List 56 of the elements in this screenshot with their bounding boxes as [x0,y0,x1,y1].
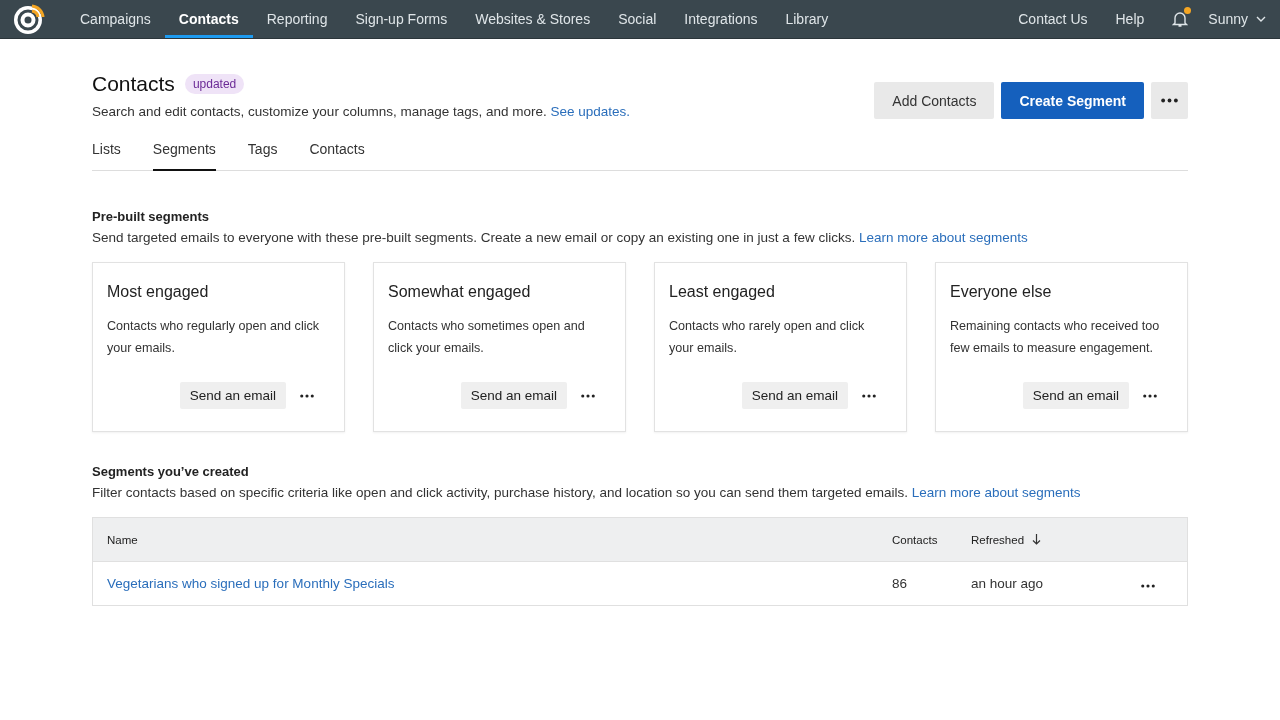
sort-down-icon[interactable] [1032,534,1042,545]
more-button[interactable] [1151,82,1188,119]
updated-badge: updated [184,74,245,94]
nav-link[interactable]: Campaigns [66,3,165,38]
card-description: Contacts who sometimes open and click your emails. [388,318,586,357]
column-header: Name [107,533,139,546]
nav-link[interactable]: Contact Us [1004,3,1102,38]
tab[interactable]: Tags [247,133,278,171]
page-description: Search and edit contacts, customize your columns, manage tags, and more. See updates. [92,104,631,119]
more-options-icon[interactable] [1141,584,1155,588]
card-title: Least engaged [669,283,776,301]
card-title: Most engaged [107,283,210,301]
card-description: Remaining contacts who received too few emails to measure engagement. [950,318,1161,357]
section-description: Filter contacts based on specific criteria like open and click activity, purchase history, and location so you can send them targeted emails. Learn more about segments [92,485,1082,500]
logo-icon[interactable] [12,2,46,36]
send-email-button[interactable]: Send an email [179,382,286,409]
nav-link[interactable]: Sign-up Forms [341,3,462,38]
tab[interactable]: Lists [92,133,121,171]
section-description: Send targeted emails to everyone with these pre-built segments. Create a new email or copy an existing one in just a few clicks. Learn more about segments [92,230,1029,245]
more-options-icon[interactable] [581,393,595,398]
nav-link[interactable]: Reporting [252,3,342,38]
card-title: Somewhat engaged [388,283,532,301]
nav-link[interactable]: Integrations [670,3,772,38]
nav-link[interactable]: Library [771,3,843,38]
tab[interactable]: Contacts [309,133,365,171]
card-title: Everyone else [950,283,1053,301]
more-options-icon[interactable] [862,393,876,398]
segment-link[interactable]: Vegetarians who signed up for Monthly Specials [107,576,395,591]
card-description: Contacts who rarely open and click your emails. [669,318,866,357]
see-updates-link[interactable]: See updates. [550,104,631,119]
learn-more-link[interactable]: Learn more about segments [911,485,1081,500]
page-title: Contacts [92,72,175,96]
user-menu[interactable]: Sunny [1208,11,1248,27]
learn-more-link[interactable]: Learn more about segments [858,230,1028,245]
section-title: Pre-built segments [92,209,211,224]
send-email-button[interactable]: Send an email [460,382,567,409]
nav-link[interactable]: Websites & Stores [461,3,605,38]
tab[interactable]: Segments [152,133,216,171]
add-contacts-button[interactable]: Add Contacts [874,82,995,119]
column-header: Contacts [892,533,939,546]
column-header[interactable]: Refreshed [971,533,1025,546]
table-cell-text: an hour ago [971,576,1045,591]
nav-link[interactable]: Social [604,3,671,38]
more-options-icon[interactable] [300,393,314,398]
more-options-icon [1161,98,1178,103]
table-cell-text: 86 [892,576,909,591]
bell-icon[interactable] [1172,10,1189,28]
send-email-button[interactable]: Send an email [1022,382,1129,409]
nav-link[interactable]: Contacts [164,3,253,38]
nav-link[interactable]: Help [1101,3,1159,38]
chevron-down-icon [1256,16,1266,22]
card-description: Contacts who regularly open and click your emails. [107,318,321,357]
send-email-button[interactable]: Send an email [741,382,848,409]
section-title: Segments you’ve created [92,464,250,479]
more-options-icon[interactable] [1143,393,1157,398]
create-segment-button[interactable]: Create Segment [1001,82,1144,119]
